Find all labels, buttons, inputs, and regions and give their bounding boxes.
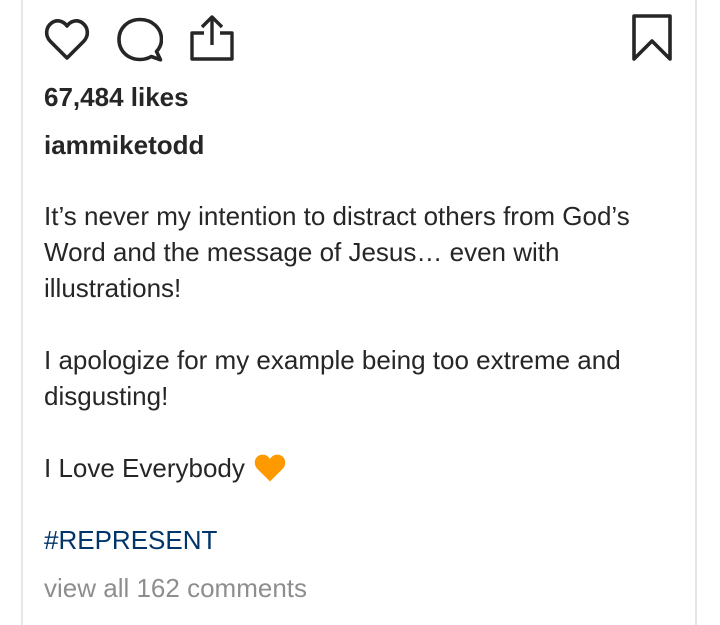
caption-paragraph: It’s never my intention to distract othe… bbox=[44, 201, 630, 303]
share-upload-icon[interactable] bbox=[189, 14, 235, 62]
hashtag-link[interactable]: #REPRESENT bbox=[44, 522, 217, 558]
post-action-bar bbox=[23, 0, 695, 78]
post-username[interactable]: iammiketodd bbox=[44, 129, 204, 161]
view-all-comments-link[interactable]: view all 162 comments bbox=[44, 570, 307, 606]
likes-count[interactable]: 67,484 likes bbox=[44, 81, 189, 113]
post-card: 67,484 likes iammiketodd It’s never my i… bbox=[21, 0, 697, 625]
comment-bubble-icon[interactable] bbox=[117, 17, 163, 63]
post-caption: It’s never my intention to distract othe… bbox=[44, 198, 692, 522]
caption-paragraph: I apologize for my example being too ext… bbox=[44, 345, 621, 411]
caption-paragraph-last: I Love Everybody bbox=[44, 450, 692, 486]
orange-heart-emoji-icon bbox=[254, 454, 286, 482]
heart-outline-icon[interactable] bbox=[43, 17, 91, 61]
bookmark-outline-icon[interactable] bbox=[631, 14, 673, 62]
caption-love-text: I Love Everybody bbox=[44, 453, 245, 483]
